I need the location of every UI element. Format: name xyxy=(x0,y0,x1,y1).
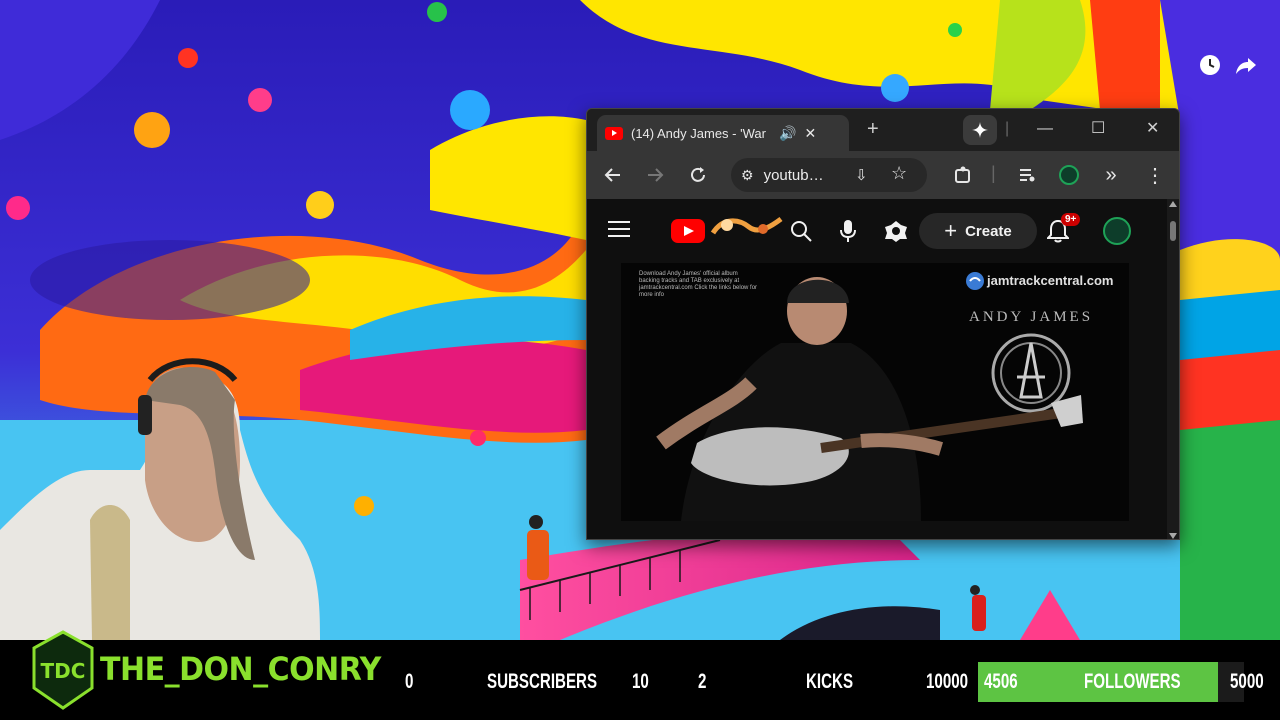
minimize-icon[interactable]: — xyxy=(1037,119,1053,139)
search-icon[interactable] xyxy=(789,219,813,243)
browser-tab-active[interactable]: (14) Andy James - 'War 🔊 ✕ xyxy=(597,115,849,151)
guitarist-figure xyxy=(656,277,1083,521)
create-label: Create xyxy=(965,222,1012,240)
followers-label: FOLLOWERS xyxy=(1084,670,1181,693)
more-chevrons-icon[interactable]: » xyxy=(1099,163,1123,187)
scroll-down-arrow-icon[interactable] xyxy=(1169,533,1177,539)
forward-arrow-icon[interactable] xyxy=(643,163,667,187)
tab-close-icon[interactable]: ✕ xyxy=(804,125,816,142)
tab-title: (14) Andy James - 'War xyxy=(631,125,766,141)
titlebar-divider: | xyxy=(1005,120,1010,137)
profile-avatar-icon[interactable] xyxy=(1057,163,1081,187)
extensions-puzzle-icon[interactable] xyxy=(951,163,975,187)
address-bar[interactable]: ⚙ youtub… ⇩ ☆ xyxy=(731,158,927,192)
install-app-icon[interactable]: ⇩ xyxy=(855,166,868,184)
hamburger-menu-icon[interactable] xyxy=(607,219,631,239)
tdc-logo: TDC xyxy=(32,630,94,710)
youtube-header: + Create 9+ xyxy=(587,199,1169,263)
back-arrow-icon[interactable] xyxy=(601,163,625,187)
kicks-label: KICKS xyxy=(806,670,854,693)
maximize-icon[interactable]: ☐ xyxy=(1091,119,1105,139)
share-icon[interactable] xyxy=(1235,54,1257,76)
account-avatar[interactable] xyxy=(1103,217,1131,245)
followers-current: 4506 xyxy=(984,670,1018,693)
speaker-icon[interactable]: 🔊 xyxy=(779,125,796,142)
browser-titlebar: (14) Andy James - 'War 🔊 ✕ + | — ☐ ✕ xyxy=(587,109,1179,151)
youtube-logo[interactable] xyxy=(671,219,705,243)
microphone-icon[interactable] xyxy=(839,219,857,243)
subscribers-current: 0 xyxy=(405,670,414,693)
scroll-up-arrow-icon[interactable] xyxy=(1169,201,1177,207)
notification-count-badge: 9+ xyxy=(1061,213,1081,226)
media-queue-icon[interactable] xyxy=(1015,163,1039,187)
subscribers-goal: 10 xyxy=(632,670,649,693)
kicks-current: 2 xyxy=(698,670,707,693)
youtube-doodle-icon[interactable] xyxy=(709,213,785,243)
page-scrollbar[interactable] xyxy=(1167,199,1179,539)
watch-later-icon[interactable] xyxy=(1199,54,1221,76)
video-player[interactable]: Download Andy James' official album back… xyxy=(621,263,1129,521)
site-info-icon[interactable]: ⚙ xyxy=(741,167,754,184)
followers-goal: 5000 xyxy=(1230,670,1264,693)
close-window-icon[interactable]: ✕ xyxy=(1146,119,1159,139)
url-text: youtub… xyxy=(763,166,824,184)
kicks-goal: 10000 xyxy=(926,670,969,693)
new-tab-plus-icon[interactable]: + xyxy=(867,119,879,139)
bookmark-star-icon[interactable]: ☆ xyxy=(891,163,907,184)
toolbar-divider: | xyxy=(991,163,996,183)
create-button[interactable]: + Create xyxy=(919,213,1037,249)
browser-window: (14) Andy James - 'War 🔊 ✕ + | — ☐ ✕ ⚙ y… xyxy=(586,108,1180,540)
gamepad-icon[interactable] xyxy=(883,219,909,243)
subscribers-label: SUBSCRIBERS xyxy=(487,670,598,693)
channel-name: THE_DON_CONRY xyxy=(100,650,381,689)
plus-icon: + xyxy=(944,218,958,243)
browser-menu-kebab-icon[interactable]: ⋮ xyxy=(1143,163,1167,187)
scrollbar-thumb[interactable] xyxy=(1170,221,1176,241)
reload-icon[interactable] xyxy=(686,163,710,187)
browser-toolbar: ⚙ youtub… ⇩ ☆ | » ⋮ xyxy=(587,151,1179,199)
gemini-sparkle-icon[interactable] xyxy=(963,115,997,145)
youtube-favicon-icon xyxy=(605,126,623,140)
tdc-logo-text: TDC xyxy=(41,659,86,683)
page-content: + Create 9+ Download Andy James' officia… xyxy=(587,199,1179,539)
